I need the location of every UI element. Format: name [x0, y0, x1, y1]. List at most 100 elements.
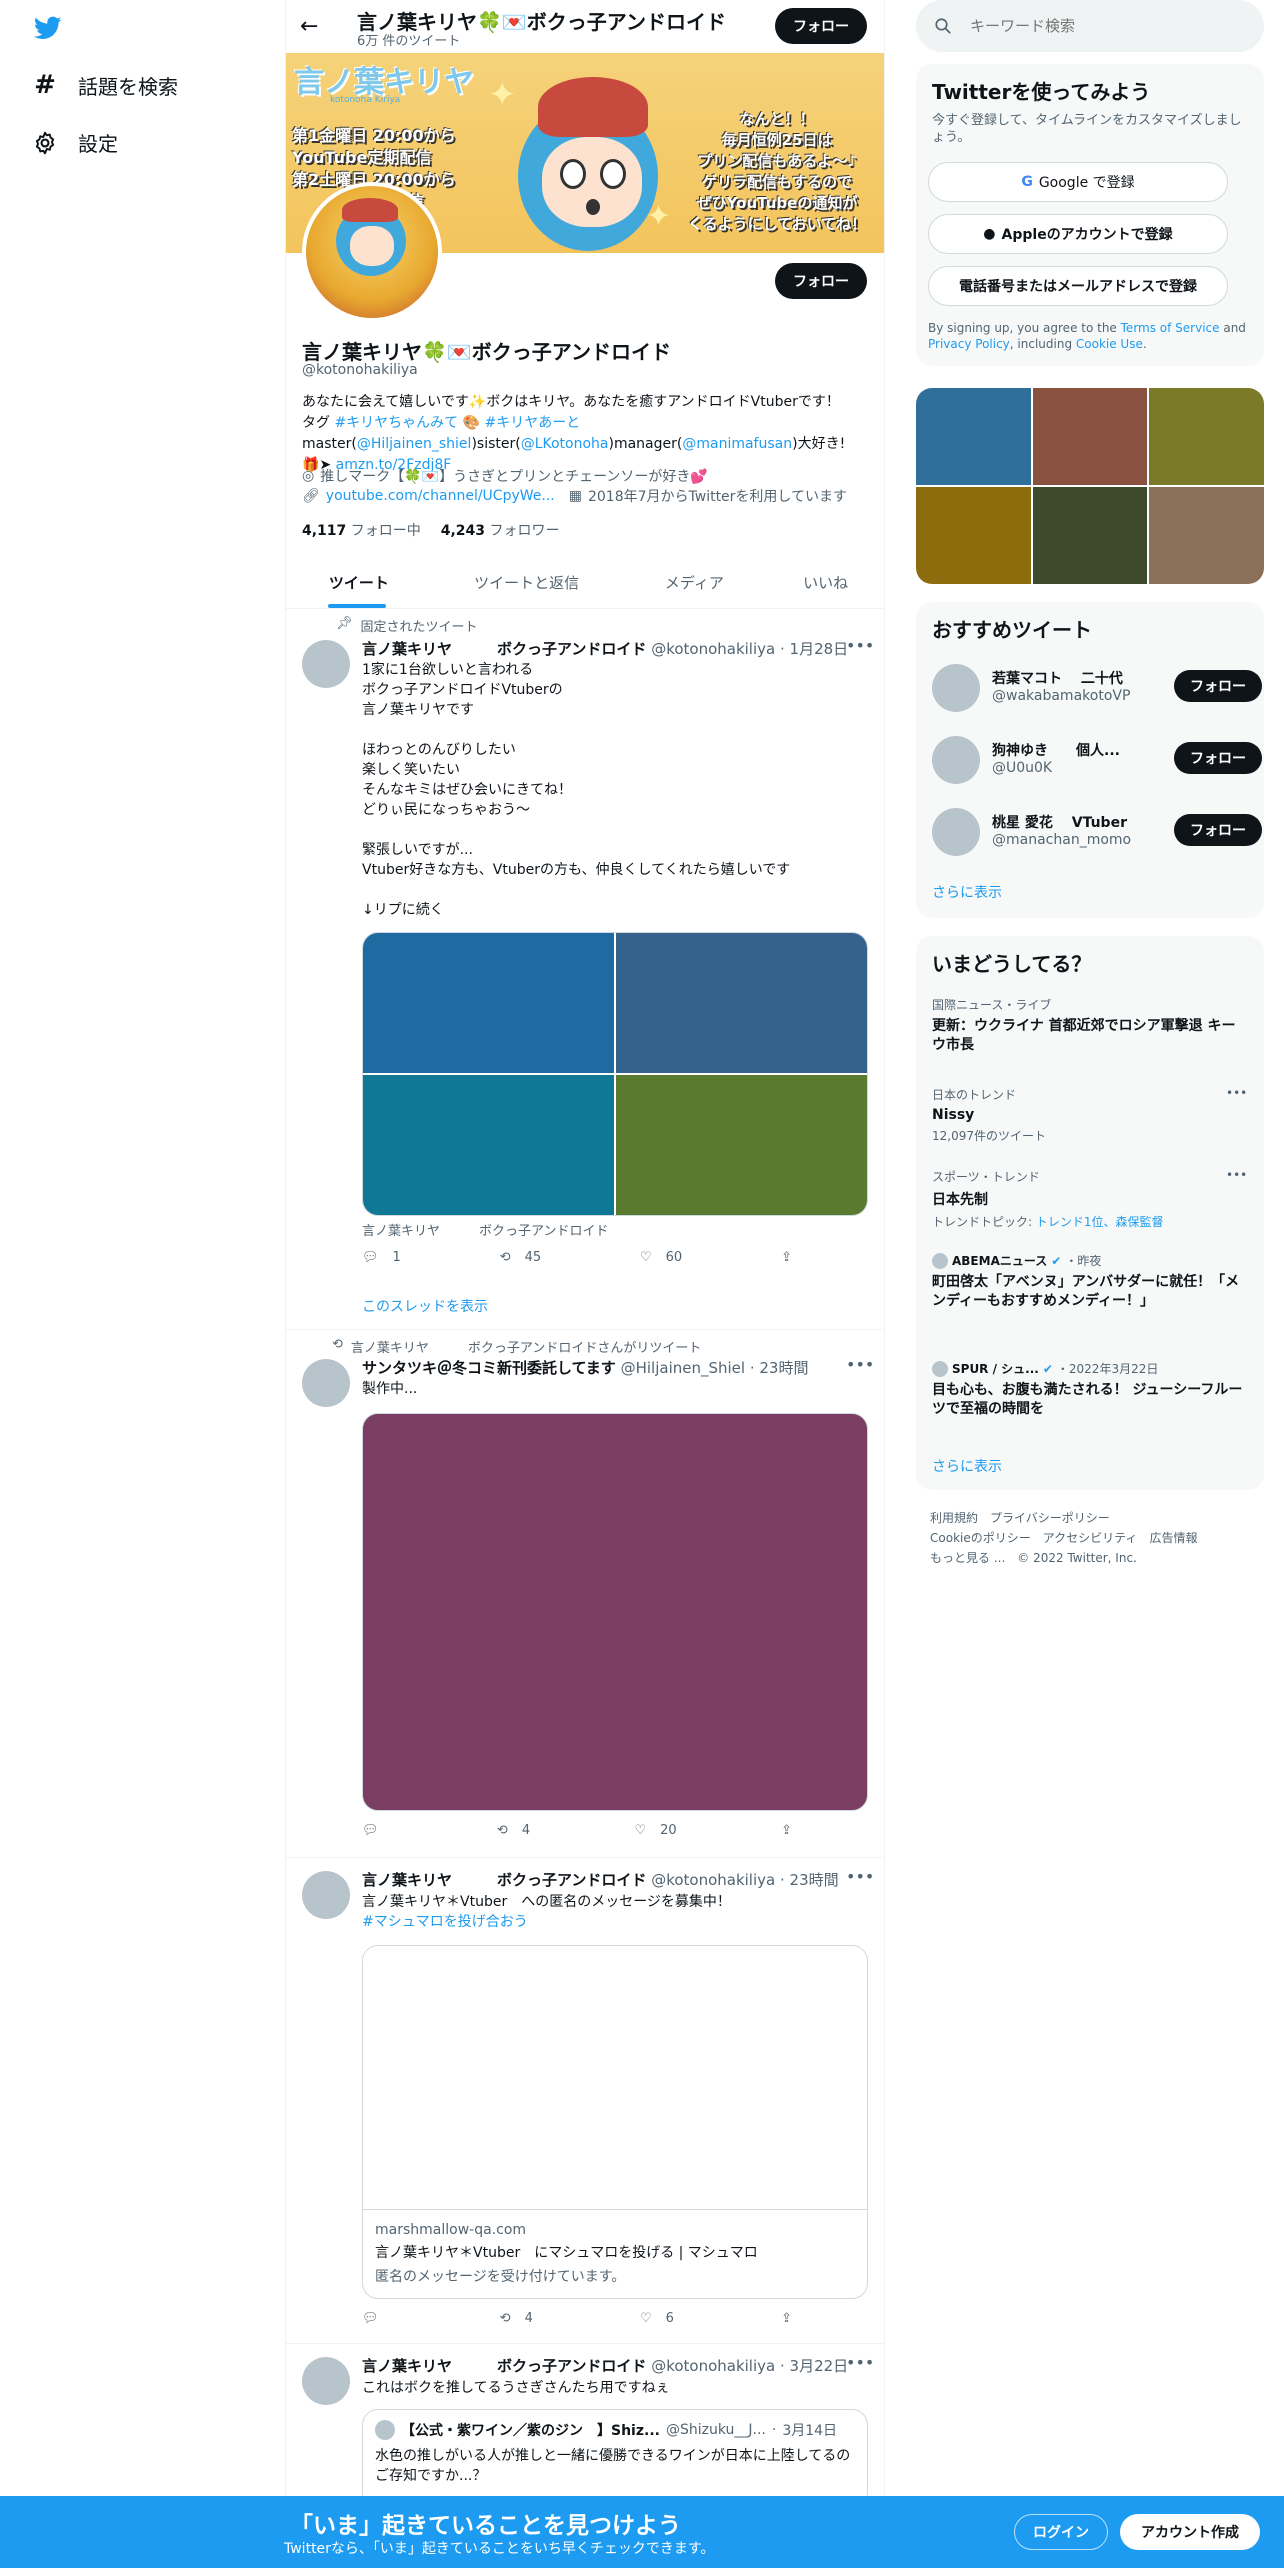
followers-stat[interactable]: 4,243 フォロワー: [441, 520, 560, 540]
tab-media[interactable]: メディア: [621, 556, 767, 608]
trend-item[interactable]: SPUR / シュ... ✔ ・2022年3月22日 目も心も、お腹も満たされる…: [932, 1360, 1248, 1419]
tweet-image[interactable]: [363, 1075, 614, 1215]
footer-link[interactable]: 利用規約: [930, 1511, 978, 1525]
twitter-logo-icon[interactable]: [32, 14, 64, 46]
recommended-user[interactable]: 狗神ゆき 個人... @U0u0K フォロー: [932, 734, 1262, 790]
tweet-pinned[interactable]: 📌︎ 固定されたツイート 言ノ葉キリヤ ボクっ子アンドロイド @kotonohak…: [286, 610, 884, 1330]
more-icon[interactable]: •••: [846, 1355, 874, 1374]
share-button[interactable]: ⇪: [781, 2311, 792, 2326]
footer-link[interactable]: Cookieのポリシー: [930, 1531, 1031, 1545]
footer-link[interactable]: プライバシーポリシー: [990, 1511, 1110, 1525]
tweet-marshmallow[interactable]: 言ノ葉キリヤ ボクっ子アンドロイド @kotonohakiliya · 23時間…: [286, 1859, 884, 2344]
retweet-button[interactable]: ⟲ 4: [497, 1823, 530, 1838]
media-thumbnail[interactable]: [1149, 388, 1264, 485]
like-button[interactable]: ♡ 60: [640, 1250, 682, 1265]
follow-button[interactable]: フォロー: [1174, 670, 1262, 702]
like-button[interactable]: ♡ 6: [640, 2311, 674, 2326]
location-pin-icon: ◎: [302, 468, 315, 484]
tweet-hashtag-link[interactable]: #マシュマロを投げ合おう: [362, 1911, 528, 1931]
tweet-image[interactable]: [616, 933, 867, 1073]
like-button[interactable]: ♡ 20: [634, 1823, 676, 1838]
search-box[interactable]: [916, 0, 1264, 52]
share-button[interactable]: ⇪: [781, 1250, 792, 1265]
banner-star-1: ✦: [488, 75, 517, 115]
trend-item[interactable]: ABEMAニュース ✔ ・昨夜 町田啓太「アベンヌ」アンバサダーに就任！「メンデ…: [932, 1252, 1248, 1311]
more-icon[interactable]: •••: [846, 2353, 874, 2372]
user-handle: @manachan_momo: [992, 832, 1132, 848]
signup-button[interactable]: アカウント作成: [1120, 2514, 1260, 2550]
trend-item[interactable]: スポーツ・トレンド 日本先制 トレンドトピック: トレンド1位、森保監督: [932, 1168, 1248, 1230]
nav-explore[interactable]: # 話題を検索: [32, 70, 178, 100]
footer-link[interactable]: アクセシビリティ: [1043, 1531, 1138, 1545]
terms-link[interactable]: Terms of Service: [1121, 321, 1220, 335]
more-icon[interactable]: •••: [1226, 1168, 1247, 1182]
following-stat[interactable]: 4,117 フォロー中: [302, 520, 421, 540]
show-thread-link[interactable]: このスレッドを表示: [362, 1296, 488, 1316]
phone-signup-button[interactable]: 電話番号またはメールアドレスで登録: [928, 266, 1228, 306]
retweet-button[interactable]: ⟲ 4: [500, 2311, 533, 2326]
tab-tweets-replies[interactable]: ツイートと返信: [432, 556, 622, 608]
trends-card: いまどうしてる？ 国際ニュース・ライブ 更新：ウクライナ 首都近郊でロシア軍撃退…: [916, 936, 1264, 1490]
apple-signup-button[interactable]: ● Appleのアカウントで登録: [928, 214, 1228, 254]
follow-button[interactable]: フォロー: [1174, 742, 1262, 774]
tweet-image[interactable]: [616, 1075, 867, 1215]
nav-settings-label: 設定: [78, 132, 118, 156]
banner-star-2: ✦: [646, 199, 672, 234]
media-thumbnail[interactable]: [1032, 388, 1148, 485]
reply-button[interactable]: 💬︎: [362, 2311, 393, 2326]
trend-item[interactable]: 国際ニュース・ライブ 更新：ウクライナ 首都近郊でロシア軍撃退 キーウ市長: [932, 996, 1248, 1055]
trend-item[interactable]: 日本のトレンド Nissy 12,097件のツイート: [932, 1086, 1248, 1144]
tweet-quote[interactable]: 言ノ葉キリヤ ボクっ子アンドロイド @kotonohakiliya · 3月22…: [286, 2345, 884, 2509]
nav-settings[interactable]: 設定: [32, 128, 118, 157]
reply-button[interactable]: 💬︎ 1: [362, 1250, 401, 1265]
media-thumbnail[interactable]: [916, 388, 1031, 485]
profile-name: 言ノ葉キリヤ🍀💌ボクっ子アンドロイド: [302, 340, 672, 364]
recommended-user[interactable]: 桃星 愛花 VTuber @manachan_momo フォロー: [932, 806, 1262, 862]
calendar-icon: ▦: [568, 488, 582, 504]
header-follow-button[interactable]: フォロー: [775, 8, 867, 44]
back-arrow-icon[interactable]: ←: [300, 14, 318, 39]
footer-link[interactable]: もっと見る ...: [930, 1551, 1005, 1565]
show-more-link[interactable]: さらに表示: [932, 1456, 1002, 1476]
profile-follow-button[interactable]: フォロー: [775, 263, 867, 299]
footer-link[interactable]: 広告情報: [1149, 1531, 1197, 1545]
more-icon[interactable]: •••: [1226, 1086, 1247, 1100]
share-button[interactable]: ⇪: [781, 1823, 792, 1838]
privacy-link[interactable]: Privacy Policy: [928, 337, 1010, 351]
avatar[interactable]: [302, 640, 350, 688]
quoted-tweet[interactable]: 【公式・紫ワイン／紫のジン 】Shiz... @Shizuku__J... · 3月1…: [362, 2409, 868, 2509]
bio-hashtag-link[interactable]: #キリヤあーと: [485, 415, 581, 431]
more-icon[interactable]: •••: [846, 1867, 874, 1886]
avatar[interactable]: [302, 1359, 350, 1407]
tab-likes[interactable]: いいね: [767, 556, 884, 608]
bio-hashtag-link[interactable]: #キリヤちゃんみて: [334, 415, 458, 431]
avatar[interactable]: [302, 2357, 350, 2405]
cookie-link[interactable]: Cookie Use: [1076, 337, 1143, 351]
reply-button[interactable]: 💬︎: [362, 1823, 393, 1838]
tweet-image[interactable]: [363, 933, 614, 1073]
profile-avatar[interactable]: [302, 182, 442, 322]
retweet-button[interactable]: ⟲ 45: [500, 1250, 541, 1265]
avatar: [932, 808, 980, 856]
tweet-image[interactable]: [362, 1413, 868, 1811]
tweet-retweeted[interactable]: ⟲ 言ノ葉キリヤ ボクっ子アンドロイドさんがリツイート サンタツキ＠冬コミ新刊委託…: [286, 1331, 884, 1858]
bio-mention-link[interactable]: @manimafusan: [682, 436, 792, 452]
google-signup-button[interactable]: G Google で登録: [928, 162, 1228, 202]
search-input[interactable]: [970, 17, 1230, 35]
more-icon[interactable]: •••: [846, 636, 874, 655]
media-thumbnail[interactable]: [1032, 487, 1148, 584]
recommended-user[interactable]: 若葉マコト 二十代 @wakabamakotoVP フォロー: [932, 662, 1262, 718]
media-thumbnail[interactable]: [1149, 487, 1264, 584]
link-card[interactable]: marshmallow-qa.com 言ノ葉キリヤ＊Vtuber にマシュマロを…: [362, 1945, 868, 2299]
media-thumbnail[interactable]: [916, 487, 1031, 584]
bio-mention-link[interactable]: @LKotonoha: [521, 436, 609, 452]
profile-url[interactable]: youtube.com/channel/UCpyWe...: [326, 488, 555, 504]
follow-button[interactable]: フォロー: [1174, 814, 1262, 846]
tab-tweets[interactable]: ツイート: [286, 556, 432, 608]
login-button[interactable]: ログイン: [1014, 2514, 1108, 2550]
show-more-link[interactable]: さらに表示: [932, 882, 1002, 902]
bio-mention-link[interactable]: @Hiljainen_shiel: [357, 436, 472, 452]
tweet-media-grid[interactable]: [362, 932, 868, 1216]
bottom-title: 「いま」起きていることを見つけよう: [290, 2513, 681, 2539]
avatar[interactable]: [302, 1871, 350, 1919]
